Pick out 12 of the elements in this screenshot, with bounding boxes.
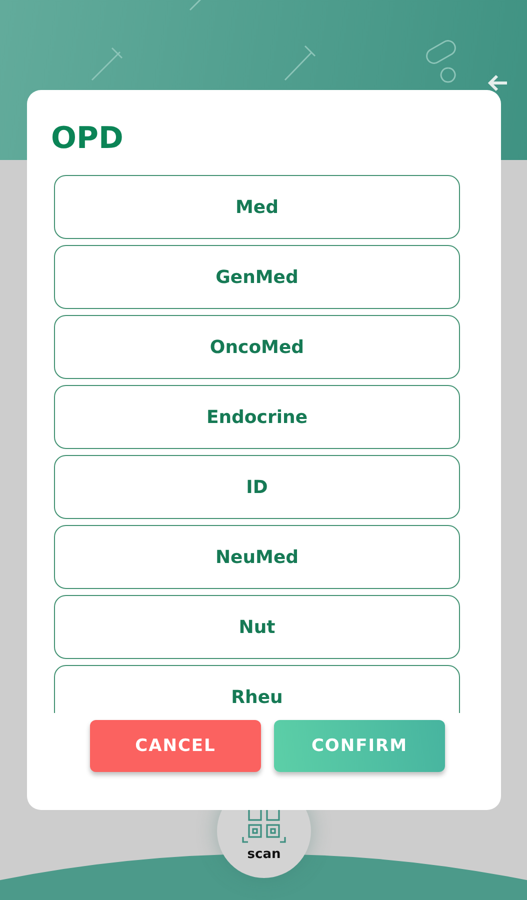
cancel-button[interactable]: CANCEL: [90, 720, 261, 772]
option-item[interactable]: OncoMed: [54, 315, 460, 379]
option-item[interactable]: Rheu: [54, 665, 460, 713]
option-item[interactable]: GenMed: [54, 245, 460, 309]
back-arrow-icon[interactable]: [487, 72, 509, 94]
option-item[interactable]: ID: [54, 455, 460, 519]
option-item[interactable]: Med: [54, 175, 460, 239]
option-item[interactable]: Nut: [54, 595, 460, 659]
option-item[interactable]: Endocrine: [54, 385, 460, 449]
scan-label: scan: [247, 847, 281, 862]
dialog-title: OPD: [51, 124, 124, 154]
option-item[interactable]: NeuMed: [54, 525, 460, 589]
